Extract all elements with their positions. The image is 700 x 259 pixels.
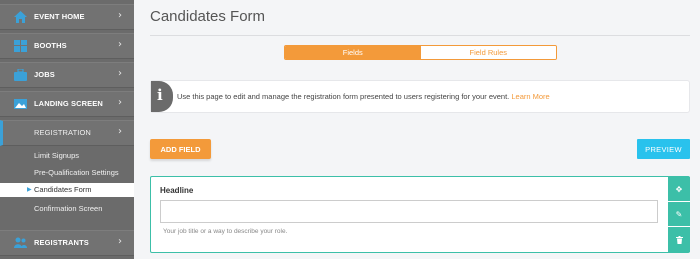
subnav-item-label: Limit Signups [34,151,80,160]
sidebar-item-jobs[interactable]: JOBS › [0,62,134,88]
subnav-item-pre-qualification-settings[interactable]: Pre-Qualification Settings [0,166,134,180]
move-icon: ✥ [675,184,683,194]
move-field-button[interactable]: ✥ [668,177,690,202]
sidebar-item-registrants[interactable]: REGISTRANTS › [0,230,134,256]
sidebar-item-label: LANDING SCREEN [34,99,103,108]
subnav-item-candidates-form[interactable]: ▶ Candidates Form [0,183,134,197]
image-icon [14,99,27,109]
sidebar-item-booths[interactable]: BOOTHS › [0,33,134,59]
info-banner: i Use this page to edit and manage the r… [150,80,690,113]
subnav-item-label: Candidates Form [34,185,92,194]
sidebar-item-event-home[interactable]: EVENT HOME › [0,4,134,30]
sidebar-item-label: REGISTRATION [34,128,91,137]
field-help-text: Your job title or a way to describe your… [163,228,288,235]
sidebar-item-label: REGISTRANTS [34,238,89,247]
sidebar: EVENT HOME › BOOTHS › JOBS › LANDING SCR… [0,0,134,259]
chevron-right-icon: › [118,39,122,50]
form-icon [14,127,27,139]
subnav-item-confirmation-screen[interactable]: Confirmation Screen [0,202,134,216]
trash-icon [675,235,683,244]
tab-fields[interactable]: Fields [285,46,421,59]
add-field-button[interactable]: ADD FIELD [150,139,211,159]
preview-button[interactable]: PREVIEW [637,139,690,159]
subnav-item-limit-signups[interactable]: Limit Signups [0,149,134,163]
home-icon [14,11,27,23]
subnav-item-label: Pre-Qualification Settings [34,168,119,177]
edit-icon: ✎ [675,209,683,219]
page-title: Candidates Form [150,8,266,25]
chevron-right-icon: › [118,97,122,108]
title-divider [150,35,690,36]
field-label: Headline [160,186,194,195]
info-message: Use this page to edit and manage the reg… [177,92,512,101]
sidebar-item-registration[interactable]: REGISTRATION › [0,120,134,146]
info-text: Use this page to edit and manage the reg… [177,92,550,101]
subnav-item-label: Confirmation Screen [34,204,103,213]
chevron-right-icon: › [118,10,122,21]
sidebar-item-label: BOOTHS [34,41,67,50]
sidebar-item-label: EVENT HOME [34,12,85,21]
field-actions: ✥ ✎ [668,177,690,252]
grid-icon [14,40,27,52]
info-icon: i [151,81,173,112]
delete-field-button[interactable] [668,227,690,252]
users-icon [14,237,27,248]
chevron-right-icon: › [118,236,122,247]
main-content: Candidates Form Fields Field Rules i Use… [134,0,700,259]
form-field-card: Headline Your job title or a way to desc… [150,176,690,253]
tab-field-rules[interactable]: Field Rules [420,46,556,59]
headline-input[interactable] [160,200,658,223]
tab-bar: Fields Field Rules [284,45,557,60]
briefcase-icon [14,69,27,81]
caret-right-icon: ▶ [27,187,32,193]
chevron-right-icon: › [118,68,122,79]
edit-field-button[interactable]: ✎ [668,202,690,227]
chevron-right-icon: › [118,126,122,137]
sidebar-item-label: JOBS [34,70,55,79]
learn-more-link[interactable]: Learn More [511,92,549,101]
registration-subnav: Limit Signups Pre-Qualification Settings… [0,147,134,243]
sidebar-item-landing-screen[interactable]: LANDING SCREEN › [0,91,134,117]
